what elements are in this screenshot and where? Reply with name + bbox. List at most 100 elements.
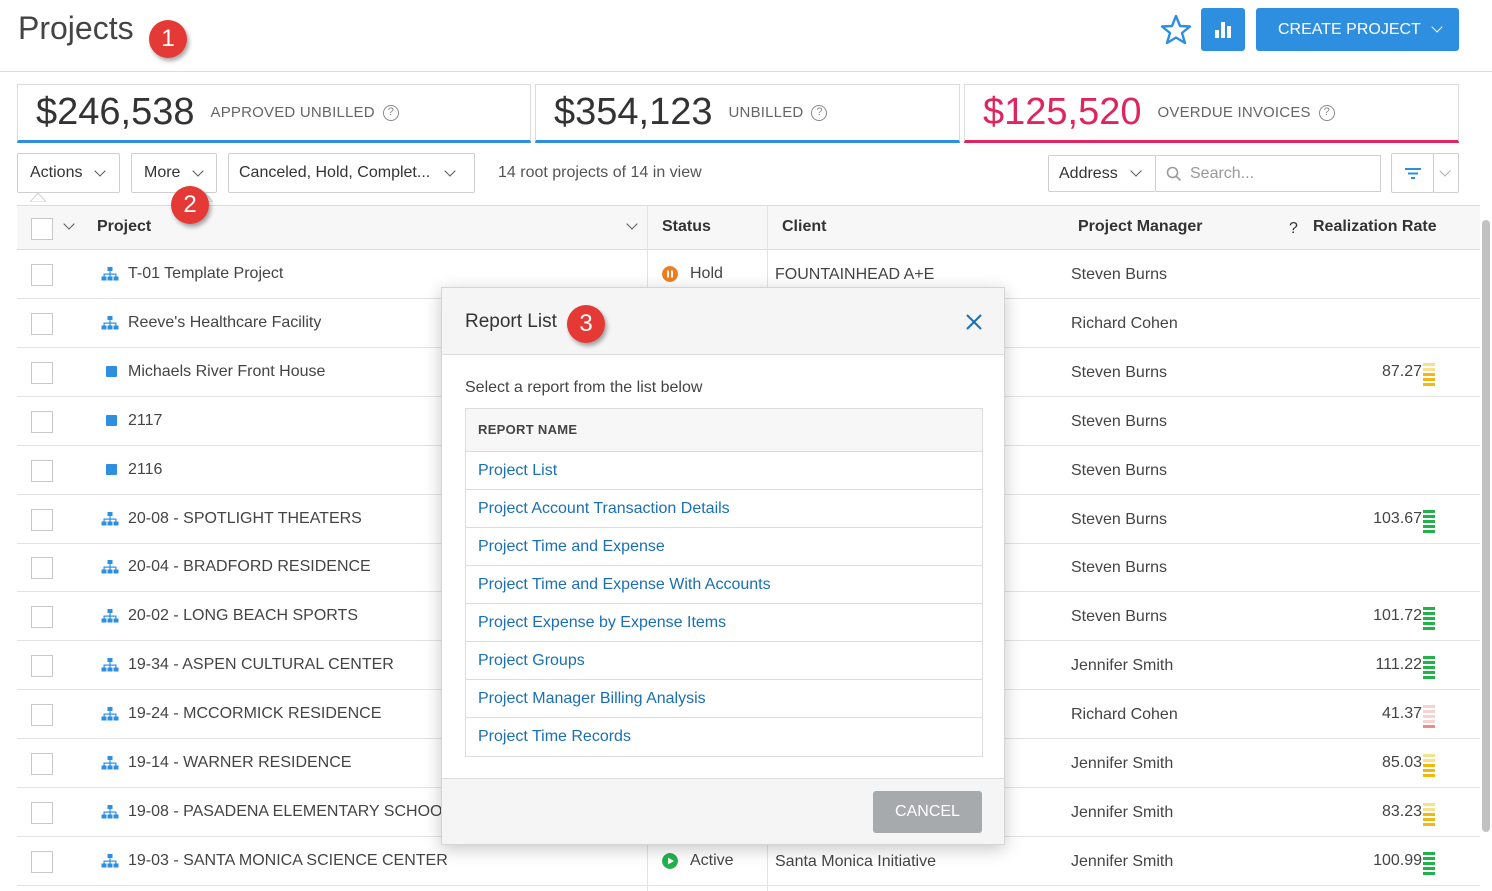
rate-level-icon xyxy=(1423,607,1435,631)
chevron-down-icon xyxy=(1130,165,1142,177)
project-name[interactable]: 2116 xyxy=(128,461,162,479)
project-name[interactable]: 2117 xyxy=(128,412,162,430)
column-realization-rate[interactable]: Realization Rate xyxy=(1313,218,1437,236)
dialog-title: Report List xyxy=(465,311,557,332)
row-checkbox[interactable] xyxy=(31,753,53,775)
project-name[interactable]: Reeve's Healthcare Facility xyxy=(128,314,321,332)
create-project-button[interactable]: CREATE PROJECT xyxy=(1256,8,1459,51)
report-link[interactable]: Project Expense by Expense Items xyxy=(466,604,982,642)
project-manager: Jennifer Smith xyxy=(1071,852,1174,870)
unbilled-card: $354,123 UNBILLED ? xyxy=(535,84,960,143)
callout-badge-2: 2 xyxy=(171,186,209,224)
project-name[interactable]: 20-04 - BRADFORD RESIDENCE xyxy=(128,558,371,576)
status-filter-dropdown[interactable]: Canceled, Hold, Complet... xyxy=(228,153,475,193)
hierarchy-icon xyxy=(101,707,119,721)
report-link[interactable]: Project Account Transaction Details xyxy=(466,490,982,528)
more-dropdown[interactable]: More xyxy=(131,153,217,193)
project-name[interactable]: 19-03 - SANTA MONICA SCIENCE CENTER xyxy=(128,852,448,870)
favorite-button[interactable] xyxy=(1158,12,1194,48)
column-project[interactable]: Project xyxy=(97,218,151,236)
row-checkbox[interactable] xyxy=(31,704,53,727)
bar-chart-icon xyxy=(1215,22,1231,38)
vertical-scrollbar[interactable] xyxy=(1482,220,1490,832)
project-name[interactable]: 19-34 - ASPEN CULTURAL CENTER xyxy=(128,656,394,674)
chevron-down-icon[interactable] xyxy=(626,218,638,230)
project-name[interactable]: 19-24 - MCCORMICK RESIDENCE xyxy=(128,705,381,723)
project-name[interactable]: 19-08 - PASADENA ELEMENTARY SCHOO xyxy=(128,803,442,821)
rate-level-icon xyxy=(1423,754,1435,777)
row-checkbox[interactable] xyxy=(31,459,53,482)
actions-dropdown[interactable]: Actions xyxy=(17,153,120,193)
approved-unbilled-amount: $246,538 xyxy=(36,91,195,133)
projects-count-text: 14 root projects of 14 in view xyxy=(498,164,702,181)
row-checkbox[interactable] xyxy=(31,606,53,629)
row-checkbox[interactable] xyxy=(31,410,53,433)
report-link[interactable]: Project List xyxy=(466,452,982,490)
row-checkbox[interactable] xyxy=(31,557,53,580)
create-project-label: CREATE PROJECT xyxy=(1278,20,1421,38)
hierarchy-icon xyxy=(101,315,119,330)
project-name[interactable]: 19-14 - WARNER RESIDENCE xyxy=(128,754,351,772)
report-link[interactable]: Project Time and Expense xyxy=(466,528,982,566)
column-project-manager[interactable]: Project Manager xyxy=(1078,218,1202,236)
row-checkbox[interactable] xyxy=(31,361,53,384)
column-status[interactable]: Status xyxy=(662,218,711,236)
hierarchy-icon xyxy=(101,853,119,868)
help-icon[interactable]: ? xyxy=(1289,220,1298,238)
filter-options-button[interactable] xyxy=(1433,153,1459,193)
realization-rate: 103.67 xyxy=(1373,509,1422,527)
play-icon xyxy=(662,852,678,869)
status-text: Active xyxy=(690,851,734,869)
search-field-select[interactable]: Address xyxy=(1048,155,1156,192)
search-placeholder: Search... xyxy=(1190,164,1255,182)
hierarchy-icon xyxy=(101,658,119,672)
row-checkbox[interactable] xyxy=(31,312,53,335)
project-manager: Steven Burns xyxy=(1071,363,1168,381)
report-link[interactable]: Project Time Records xyxy=(466,718,982,756)
pause-icon xyxy=(662,266,678,282)
project-manager: Steven Burns xyxy=(1071,412,1168,430)
project-name[interactable]: Michaels River Front House xyxy=(128,363,325,381)
search-icon xyxy=(1166,166,1182,181)
row-checkbox[interactable] xyxy=(31,850,53,873)
project-manager: Steven Burns xyxy=(1071,608,1168,626)
client-name: Santa Monica Initiative xyxy=(775,852,936,870)
chevron-down-icon[interactable] xyxy=(63,218,75,230)
help-icon[interactable]: ? xyxy=(811,104,828,121)
column-client[interactable]: Client xyxy=(782,218,826,236)
project-manager: Steven Burns xyxy=(1071,559,1168,577)
project-manager: Jennifer Smith xyxy=(1071,803,1174,821)
project-name[interactable]: 20-02 - LONG BEACH SPORTS xyxy=(128,607,358,625)
report-link[interactable]: Project Time and Expense With Accounts xyxy=(466,566,982,604)
row-checkbox[interactable] xyxy=(31,655,53,678)
select-all-checkbox[interactable] xyxy=(31,218,53,240)
report-link[interactable]: Project Groups xyxy=(466,642,982,680)
report-link[interactable]: Project Manager Billing Analysis xyxy=(466,680,982,718)
row-checkbox[interactable] xyxy=(31,264,53,286)
approved-unbilled-label: APPROVED UNBILLED xyxy=(210,104,375,121)
report-list: Project List Project Account Transaction … xyxy=(466,452,982,756)
help-icon[interactable]: ? xyxy=(382,104,399,121)
help-icon[interactable]: ? xyxy=(1318,104,1335,121)
reports-button[interactable] xyxy=(1201,8,1245,51)
status-filter-value: Canceled, Hold, Complet... xyxy=(239,164,431,181)
project-name[interactable]: T-01 Template Project xyxy=(128,265,283,283)
row-checkbox[interactable] xyxy=(31,801,53,824)
row-checkbox[interactable] xyxy=(31,508,53,531)
cancel-button[interactable]: CANCEL xyxy=(873,791,982,833)
realization-rate: 100.99 xyxy=(1373,851,1422,869)
chevron-down-icon xyxy=(1431,21,1443,33)
dialog-footer: CANCEL xyxy=(442,778,1004,844)
hierarchy-icon xyxy=(101,609,119,623)
callout-badge-3: 3 xyxy=(567,305,605,343)
filter-button[interactable] xyxy=(1391,153,1434,193)
project-manager: Jennifer Smith xyxy=(1071,755,1174,772)
project-square-icon xyxy=(106,365,117,377)
overdue-invoices-label: OVERDUE INVOICES xyxy=(1157,104,1311,121)
project-manager: Steven Burns xyxy=(1071,461,1168,479)
project-name[interactable]: 20-08 - SPOTLIGHT THEATERS xyxy=(128,510,362,528)
unbilled-amount: $354,123 xyxy=(554,91,713,133)
star-icon xyxy=(1160,14,1192,45)
search-input[interactable]: Search... xyxy=(1156,155,1381,192)
close-button[interactable] xyxy=(964,312,984,332)
